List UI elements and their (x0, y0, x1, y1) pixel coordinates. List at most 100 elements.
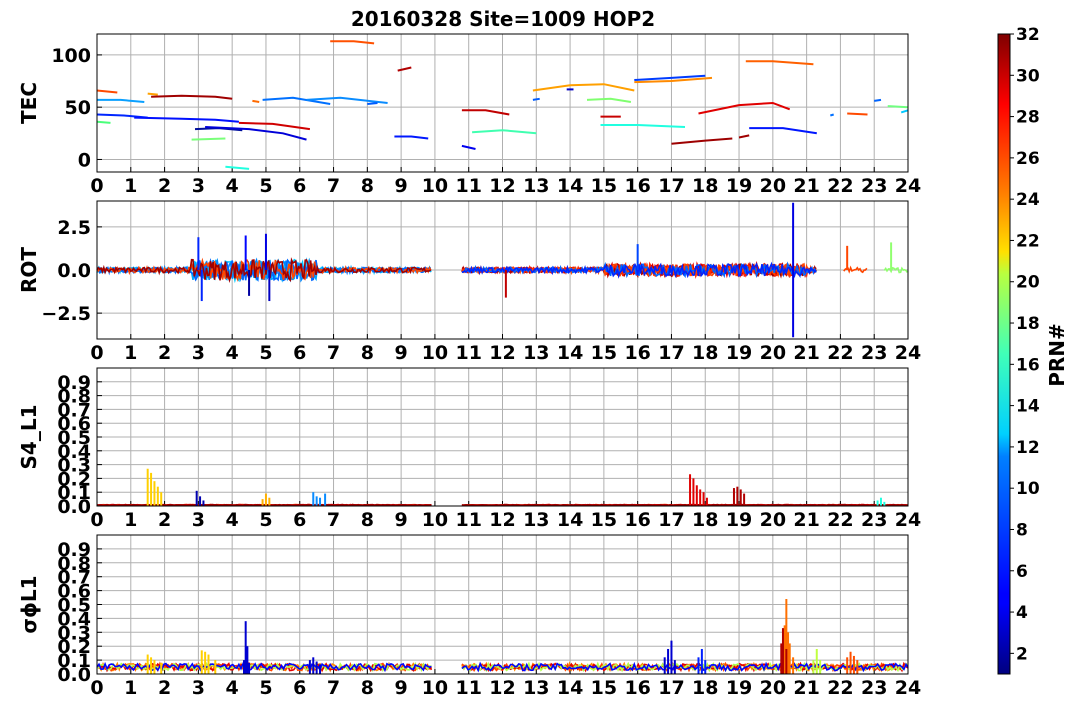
y-tick-label: 100 (51, 45, 91, 67)
x-tick-label: 7 (327, 175, 340, 197)
x-tick-label: 0 (90, 677, 103, 699)
x-tick-label: 1 (124, 175, 137, 197)
colorbar-tick-label: 22 (1016, 231, 1040, 251)
x-tick-label: 3 (192, 175, 205, 197)
colorbar-tick-label: 12 (1016, 438, 1040, 458)
colorbar-tick-label: 30 (1016, 66, 1040, 86)
x-tick-label: 8 (361, 175, 374, 197)
x-tick-label: 8 (361, 342, 374, 364)
sigma-phi-panel: 0 1 2 3 4 5 6 7 8 9 10 11 12 13 14 15 16 17 18 19 20 21 22 23 24… (17, 534, 921, 699)
x-tick-label: 20 (760, 677, 786, 699)
x-tick-label: 11 (455, 677, 481, 699)
x-tick-label: 17 (658, 175, 684, 197)
x-tick-label: 21 (793, 342, 819, 364)
colorbar-tick-label: 20 (1016, 273, 1040, 293)
x-tick-label: 24 (895, 175, 921, 197)
x-tick-label: 16 (624, 342, 650, 364)
colorbar-tick-label: 18 (1016, 314, 1040, 334)
x-tick-label: 0 (90, 509, 103, 531)
x-tick-label: 5 (259, 509, 272, 531)
colorbar-tick-label: 26 (1016, 149, 1040, 169)
y-axis-label: σϕL1 (17, 575, 41, 633)
prn-colorbar: 2468101214161820222426283032 PRN# (997, 25, 1069, 675)
x-tick-label: 16 (624, 509, 650, 531)
x-tick-label: 7 (327, 677, 340, 699)
x-tick-label: 19 (726, 175, 752, 197)
x-tick-label: 13 (523, 175, 549, 197)
y-tick-label: 2.5 (57, 217, 91, 239)
x-tick-label: 16 (624, 677, 650, 699)
y-tick-label: 50 (65, 97, 91, 119)
tec-panel: 0 1 2 3 4 5 6 7 8 9 10 11 12 13 14 15 16 17 18 19 20 21 22 23 24… (17, 33, 921, 197)
x-tick-label: 3 (192, 677, 205, 699)
x-tick-label: 18 (692, 509, 718, 531)
tec-arc-prn-8 (532, 97, 540, 101)
x-tick-label: 17 (658, 509, 684, 531)
tec-arc-prn-8 (367, 102, 378, 105)
x-tick-label: 4 (226, 175, 239, 197)
x-tick-label: 15 (591, 677, 617, 699)
x-tick-label: 22 (827, 342, 853, 364)
x-tick-label: 0 (90, 342, 103, 364)
x-tick-label: 2 (158, 509, 171, 531)
tec-arc-prn-9 (830, 113, 834, 117)
s4-panel: 0 1 2 3 4 5 6 7 8 9 10 11 12 13 14 15 16 17 18 19 20 21 22 23 24… (17, 367, 921, 531)
tec-arc-prn-8 (874, 98, 882, 102)
x-tick-label: 22 (827, 509, 853, 531)
x-tick-label: 24 (895, 677, 921, 699)
colorbar-tick-label: 6 (1016, 562, 1028, 582)
x-tick-label: 22 (827, 175, 853, 197)
colorbar-tick-label: 8 (1016, 520, 1028, 540)
x-tick-label: 5 (259, 342, 272, 364)
colorbar-label: PRN# (1045, 323, 1069, 387)
x-tick-label: 14 (557, 175, 583, 197)
x-tick-label: 3 (192, 342, 205, 364)
x-tick-label: 9 (395, 342, 408, 364)
x-tick-label: 9 (395, 509, 408, 531)
x-tick-label: 7 (327, 509, 340, 531)
colorbar-tick-label: 10 (1016, 479, 1040, 499)
x-tick-label: 6 (293, 175, 306, 197)
x-tick-label: 19 (726, 677, 752, 699)
y-tick-label: −2.5 (41, 303, 91, 325)
x-tick-label: 23 (861, 509, 887, 531)
y-axis-label: ROT (17, 247, 41, 293)
x-tick-label: 20 (760, 342, 786, 364)
x-tick-label: 6 (293, 342, 306, 364)
x-tick-label: 1 (124, 342, 137, 364)
x-tick-label: 5 (259, 175, 272, 197)
colorbar-tick-label: 16 (1016, 355, 1040, 375)
x-tick-label: 9 (395, 677, 408, 699)
x-tick-label: 9 (395, 175, 408, 197)
colorbar-tick-label: 2 (1016, 644, 1028, 664)
x-tick-label: 24 (895, 509, 921, 531)
x-tick-label: 2 (158, 175, 171, 197)
x-tick-label: 15 (591, 342, 617, 364)
x-tick-label: 12 (489, 175, 515, 197)
x-tick-label: 8 (361, 509, 374, 531)
y-axis-label: S4_L1 (17, 405, 41, 470)
x-tick-label: 15 (591, 175, 617, 197)
x-tick-label: 3 (192, 509, 205, 531)
x-tick-label: 24 (895, 342, 921, 364)
x-tick-label: 13 (523, 509, 549, 531)
x-tick-label: 17 (658, 342, 684, 364)
x-tick-label: 20 (760, 175, 786, 197)
x-tick-label: 4 (226, 342, 239, 364)
x-tick-label: 10 (422, 175, 448, 197)
x-tick-label: 16 (624, 175, 650, 197)
x-tick-label: 21 (793, 509, 819, 531)
x-tick-label: 11 (455, 342, 481, 364)
tec-arc-prn-26 (252, 99, 260, 103)
x-tick-label: 2 (158, 342, 171, 364)
x-tick-label: 17 (658, 677, 684, 699)
colorbar-tick-label: 14 (1016, 397, 1040, 417)
y-axis-label: TEC (17, 82, 41, 124)
x-tick-label: 7 (327, 342, 340, 364)
y-tick-label: 0.0 (57, 260, 91, 282)
x-tick-label: 6 (293, 677, 306, 699)
x-tick-label: 5 (259, 677, 272, 699)
x-tick-label: 13 (523, 342, 549, 364)
x-tick-label: 0 (90, 175, 103, 197)
y-tick-label: 0.9 (57, 539, 91, 561)
